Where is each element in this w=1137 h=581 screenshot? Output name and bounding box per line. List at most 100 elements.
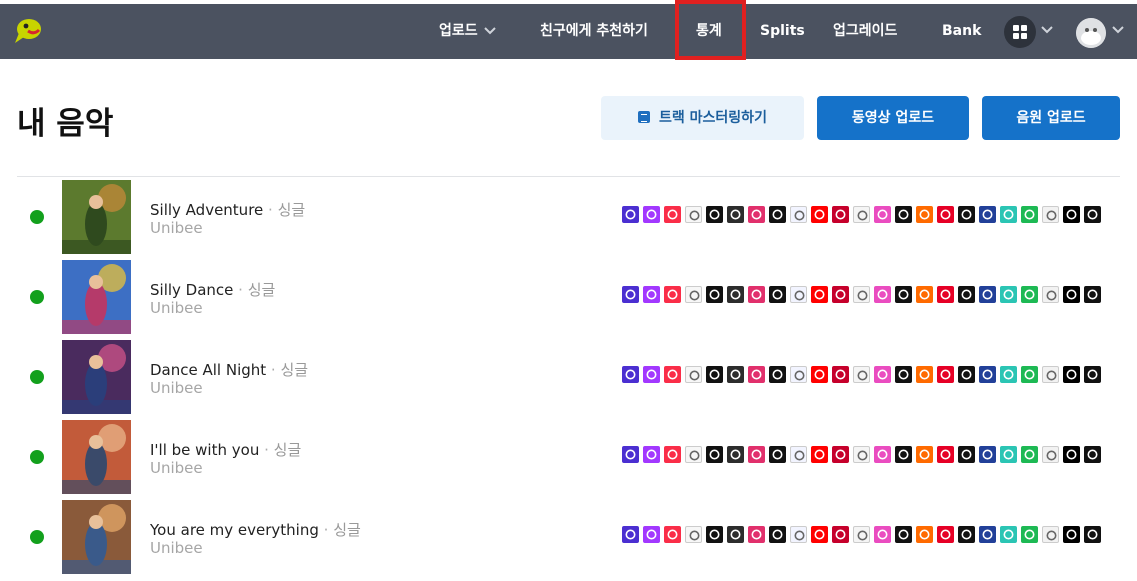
apple-music-icon[interactable] — [664, 206, 681, 223]
apple-music-icon[interactable] — [664, 366, 681, 383]
track-row[interactable]: Silly Adventure · 싱글 Unibee — [0, 180, 1137, 254]
audiomack-icon[interactable] — [727, 206, 744, 223]
album-cover[interactable] — [62, 340, 131, 414]
audiomack-icon[interactable] — [727, 286, 744, 303]
tiktok-icon[interactable] — [1084, 526, 1101, 543]
audiomack-icon[interactable] — [727, 526, 744, 543]
iheartradio-icon[interactable] — [832, 526, 849, 543]
album-cover[interactable] — [62, 420, 131, 494]
pandora-icon[interactable] — [979, 526, 996, 543]
flo-icon[interactable] — [790, 366, 807, 383]
kkbox-icon[interactable] — [853, 366, 870, 383]
instagram-icon[interactable] — [748, 206, 765, 223]
amazon-music-icon[interactable] — [622, 206, 639, 223]
napster-icon[interactable] — [769, 366, 786, 383]
netease-icon[interactable] — [937, 286, 954, 303]
boomplay-icon[interactable] — [706, 206, 723, 223]
anghami-icon[interactable] — [685, 286, 702, 303]
youtube-music-icon[interactable] — [811, 206, 828, 223]
amazon-music-icon[interactable] — [622, 286, 639, 303]
melon-icon[interactable] — [895, 446, 912, 463]
master-track-button[interactable]: 트랙 마스터링하기 — [601, 96, 804, 140]
jiosaavn-icon[interactable] — [1000, 286, 1017, 303]
track-row[interactable]: You are my everything · 싱글 Unibee — [0, 500, 1137, 574]
instagram-icon[interactable] — [748, 526, 765, 543]
track-title[interactable]: Silly Dance — [150, 281, 233, 299]
jiosaavn-icon[interactable] — [1000, 526, 1017, 543]
track-row[interactable]: Silly Dance · 싱글 Unibee — [0, 260, 1137, 334]
soundcloud-icon[interactable] — [916, 206, 933, 223]
iheartradio-icon[interactable] — [832, 446, 849, 463]
shazam-icon[interactable] — [958, 206, 975, 223]
nav-upload[interactable]: 업로드 — [439, 4, 496, 59]
tiktok-icon[interactable] — [1084, 446, 1101, 463]
shazam-icon[interactable] — [958, 526, 975, 543]
track-title[interactable]: You are my everything — [150, 521, 319, 539]
apple-music-icon[interactable] — [664, 286, 681, 303]
anghami-icon[interactable] — [685, 366, 702, 383]
yandex-icon[interactable] — [1042, 206, 1059, 223]
pandora-icon[interactable] — [979, 366, 996, 383]
tiktok-icon[interactable] — [1084, 366, 1101, 383]
yandex-icon[interactable] — [1042, 526, 1059, 543]
boomplay-icon[interactable] — [706, 446, 723, 463]
spotify-icon[interactable] — [1021, 446, 1038, 463]
amazon-music-icon[interactable] — [622, 526, 639, 543]
tiktok-icon[interactable] — [1084, 206, 1101, 223]
audio-upload-button[interactable]: 음원 업로드 — [982, 96, 1120, 140]
deezer-icon[interactable] — [643, 366, 660, 383]
tidal-icon[interactable] — [1063, 366, 1080, 383]
flo-icon[interactable] — [790, 526, 807, 543]
track-title[interactable]: I'll be with you — [150, 441, 259, 459]
youtube-music-icon[interactable] — [811, 286, 828, 303]
youtube-music-icon[interactable] — [811, 446, 828, 463]
itunes-icon[interactable] — [874, 526, 891, 543]
apple-music-icon[interactable] — [664, 446, 681, 463]
kkbox-icon[interactable] — [853, 526, 870, 543]
jiosaavn-icon[interactable] — [1000, 446, 1017, 463]
tidal-icon[interactable] — [1063, 206, 1080, 223]
jiosaavn-icon[interactable] — [1000, 206, 1017, 223]
spotify-icon[interactable] — [1021, 286, 1038, 303]
deezer-icon[interactable] — [643, 446, 660, 463]
album-cover[interactable] — [62, 260, 131, 334]
audiomack-icon[interactable] — [727, 366, 744, 383]
anghami-icon[interactable] — [685, 446, 702, 463]
soundcloud-icon[interactable] — [916, 286, 933, 303]
album-cover[interactable] — [62, 180, 131, 254]
napster-icon[interactable] — [769, 206, 786, 223]
tidal-icon[interactable] — [1063, 526, 1080, 543]
pandora-icon[interactable] — [979, 206, 996, 223]
boomplay-icon[interactable] — [706, 526, 723, 543]
yandex-icon[interactable] — [1042, 446, 1059, 463]
itunes-icon[interactable] — [874, 286, 891, 303]
tidal-icon[interactable] — [1063, 286, 1080, 303]
track-title[interactable]: Silly Adventure — [150, 201, 263, 219]
shazam-icon[interactable] — [958, 446, 975, 463]
instagram-icon[interactable] — [748, 286, 765, 303]
audiomack-icon[interactable] — [727, 446, 744, 463]
napster-icon[interactable] — [769, 286, 786, 303]
melon-icon[interactable] — [895, 206, 912, 223]
shazam-icon[interactable] — [958, 366, 975, 383]
nav-refer-friend[interactable]: 친구에게 추천하기 — [540, 4, 648, 59]
boomplay-icon[interactable] — [706, 366, 723, 383]
tidal-icon[interactable] — [1063, 446, 1080, 463]
netease-icon[interactable] — [937, 526, 954, 543]
melon-icon[interactable] — [895, 286, 912, 303]
instagram-icon[interactable] — [748, 366, 765, 383]
itunes-icon[interactable] — [874, 366, 891, 383]
iheartradio-icon[interactable] — [832, 366, 849, 383]
soundcloud-icon[interactable] — [916, 366, 933, 383]
video-upload-button[interactable]: 동영상 업로드 — [817, 96, 969, 140]
netease-icon[interactable] — [937, 366, 954, 383]
flo-icon[interactable] — [790, 446, 807, 463]
youtube-music-icon[interactable] — [811, 366, 828, 383]
deezer-icon[interactable] — [643, 286, 660, 303]
pandora-icon[interactable] — [979, 286, 996, 303]
chevron-down-icon[interactable] — [1041, 26, 1053, 34]
spotify-icon[interactable] — [1021, 366, 1038, 383]
kkbox-icon[interactable] — [853, 206, 870, 223]
amazon-music-icon[interactable] — [622, 366, 639, 383]
yandex-icon[interactable] — [1042, 286, 1059, 303]
